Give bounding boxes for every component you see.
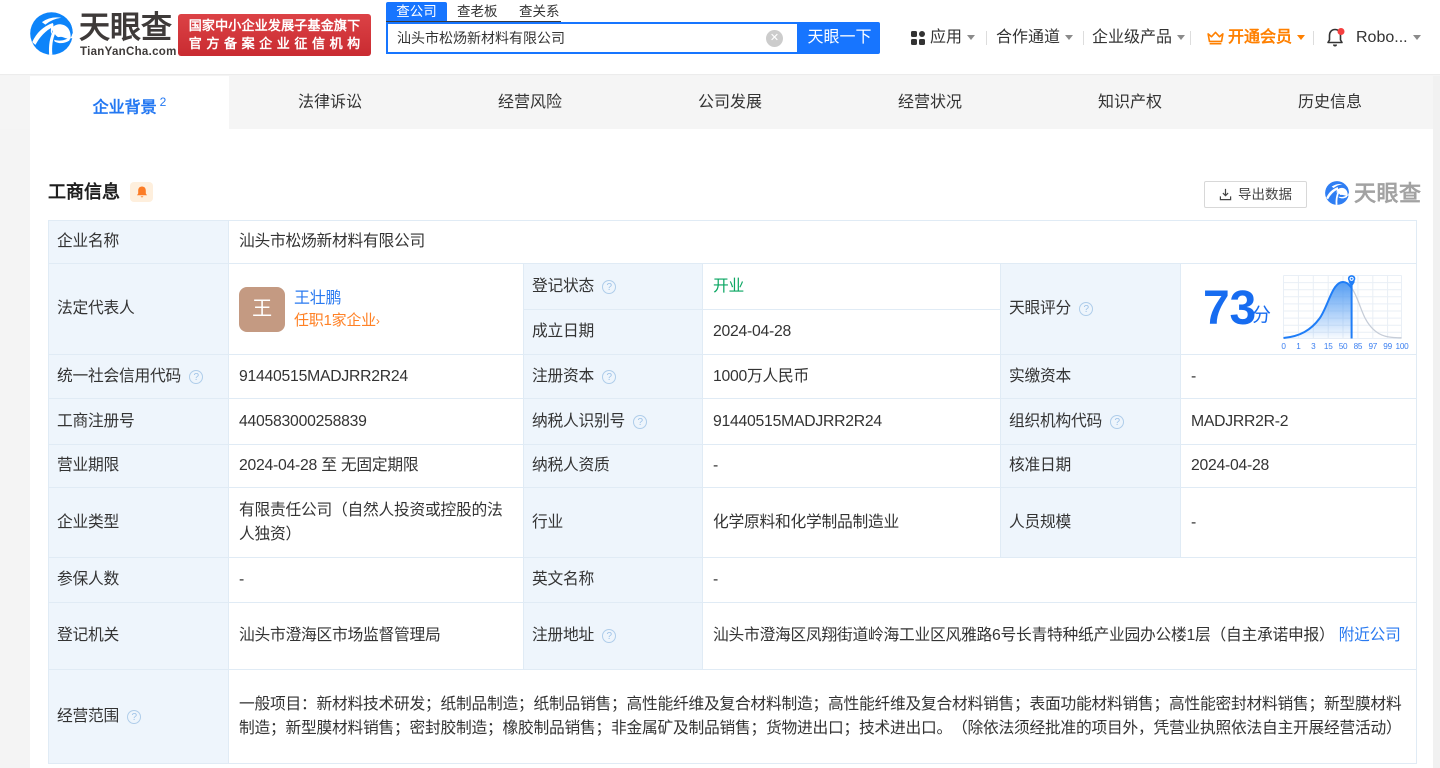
- svg-text:3: 3: [1311, 342, 1316, 351]
- svg-text:15: 15: [1324, 342, 1333, 351]
- svg-text:97: 97: [1368, 342, 1377, 351]
- svg-text:0: 0: [1281, 342, 1286, 351]
- svg-text:85: 85: [1354, 342, 1363, 351]
- svg-text:1: 1: [1296, 342, 1301, 351]
- svg-text:99: 99: [1383, 342, 1392, 351]
- svg-text:100: 100: [1396, 342, 1410, 351]
- svg-text:50: 50: [1339, 342, 1348, 351]
